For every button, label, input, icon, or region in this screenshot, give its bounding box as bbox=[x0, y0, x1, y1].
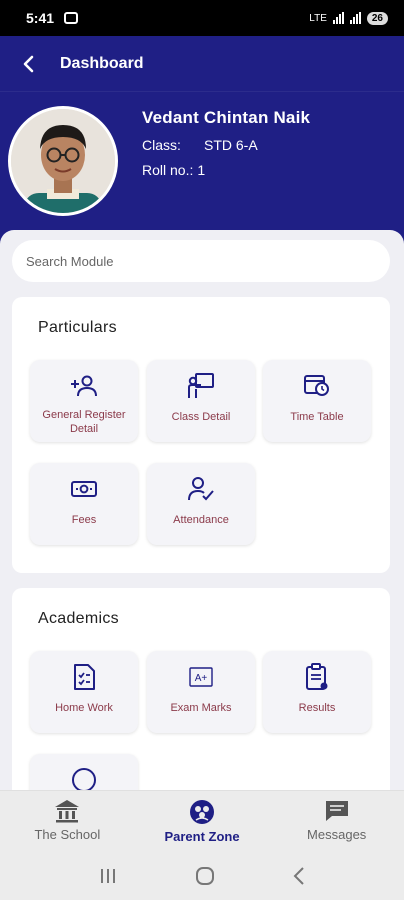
svg-text:A+: A+ bbox=[195, 673, 208, 684]
teacher-board-icon bbox=[188, 373, 214, 398]
battery-icon: 26 bbox=[366, 11, 388, 25]
tile-exam-marks[interactable]: A+ Exam Marks bbox=[147, 651, 255, 733]
class-row: Class: STD 6-A bbox=[142, 137, 310, 153]
tile-label: Time Table bbox=[290, 411, 344, 423]
user-check-icon bbox=[188, 477, 214, 501]
status-bar: 5:41 LTE 26 bbox=[0, 0, 404, 36]
back-button[interactable] bbox=[18, 54, 38, 74]
signal-icon bbox=[332, 12, 344, 24]
avatar bbox=[8, 106, 118, 216]
recents-icon[interactable] bbox=[98, 867, 118, 885]
money-icon bbox=[71, 481, 97, 497]
tile-label: Exam Marks bbox=[170, 702, 232, 714]
tile-more[interactable] bbox=[30, 754, 138, 790]
tile-class-detail[interactable]: Class Detail bbox=[147, 360, 255, 442]
add-user-icon bbox=[71, 375, 97, 397]
tile-home-work[interactable]: Home Work bbox=[30, 651, 138, 733]
network-label: LTE bbox=[309, 12, 327, 24]
bottom-nav: The School Parent Zone Messages bbox=[0, 790, 404, 852]
back-arrow-icon bbox=[23, 55, 34, 72]
checklist-icon bbox=[74, 664, 95, 690]
tile-label: General Register Detail bbox=[42, 409, 126, 435]
nav-label: The School bbox=[34, 827, 101, 842]
academics-card: Academics Home Work A+ Exam Marks Result… bbox=[12, 588, 390, 790]
tile-results[interactable]: Results bbox=[263, 651, 371, 733]
message-icon bbox=[325, 801, 348, 821]
particulars-title: Particulars bbox=[38, 319, 117, 336]
nav-the-school[interactable]: The School bbox=[0, 791, 135, 852]
academics-title: Academics bbox=[38, 610, 119, 627]
nav-messages[interactable]: Messages bbox=[269, 791, 404, 852]
home-icon[interactable] bbox=[195, 866, 215, 886]
class-value: STD 6-A bbox=[204, 137, 258, 153]
back-icon[interactable] bbox=[292, 866, 306, 886]
tile-time-table[interactable]: Time Table bbox=[263, 360, 371, 442]
cast-icon bbox=[64, 12, 79, 24]
nav-label: Parent Zone bbox=[164, 829, 240, 844]
tile-label: Results bbox=[298, 702, 336, 714]
tile-label: Class Detail bbox=[171, 411, 231, 423]
roll-label: Roll no.: bbox=[142, 162, 194, 178]
grade-icon: A+ bbox=[189, 667, 213, 687]
tile-general-register-detail[interactable]: General Register Detail bbox=[30, 360, 138, 442]
header: Dashboard Vedant Chintan Naik Class: STD… bbox=[0, 36, 404, 244]
profile-info: Vedant Chintan Naik Class: STD 6-A Roll … bbox=[142, 108, 310, 178]
student-photo bbox=[11, 109, 115, 213]
tile-label: Home Work bbox=[55, 702, 113, 714]
tile-label: Fees bbox=[71, 514, 97, 526]
main-content: Particulars General Register Detail Clas… bbox=[0, 230, 404, 790]
nav-label: Messages bbox=[307, 827, 367, 842]
top-bar: Dashboard bbox=[0, 36, 404, 92]
search-input[interactable] bbox=[12, 240, 390, 282]
system-nav bbox=[0, 852, 404, 900]
tile-attendance[interactable]: Attendance bbox=[147, 463, 255, 545]
tile-label: Attendance bbox=[173, 514, 229, 526]
status-right: LTE 26 bbox=[309, 11, 388, 25]
particulars-card: Particulars General Register Detail Clas… bbox=[12, 297, 390, 573]
status-time: 5:41 bbox=[26, 10, 55, 26]
clipboard-icon bbox=[306, 663, 328, 690]
signal-icon-2 bbox=[349, 12, 361, 24]
class-label: Class: bbox=[142, 137, 181, 153]
tile-fees[interactable]: Fees bbox=[30, 463, 138, 545]
circle-icon bbox=[72, 768, 96, 790]
nav-parent-zone[interactable]: Parent Zone bbox=[135, 791, 270, 852]
calendar-clock-icon bbox=[304, 375, 329, 396]
school-icon bbox=[55, 800, 80, 823]
roll-value: 1 bbox=[197, 162, 206, 178]
page-title: Dashboard bbox=[60, 54, 144, 72]
roll-row: Roll no.: 1 bbox=[142, 162, 310, 178]
student-name: Vedant Chintan Naik bbox=[142, 108, 311, 127]
parent-zone-icon bbox=[190, 800, 214, 824]
